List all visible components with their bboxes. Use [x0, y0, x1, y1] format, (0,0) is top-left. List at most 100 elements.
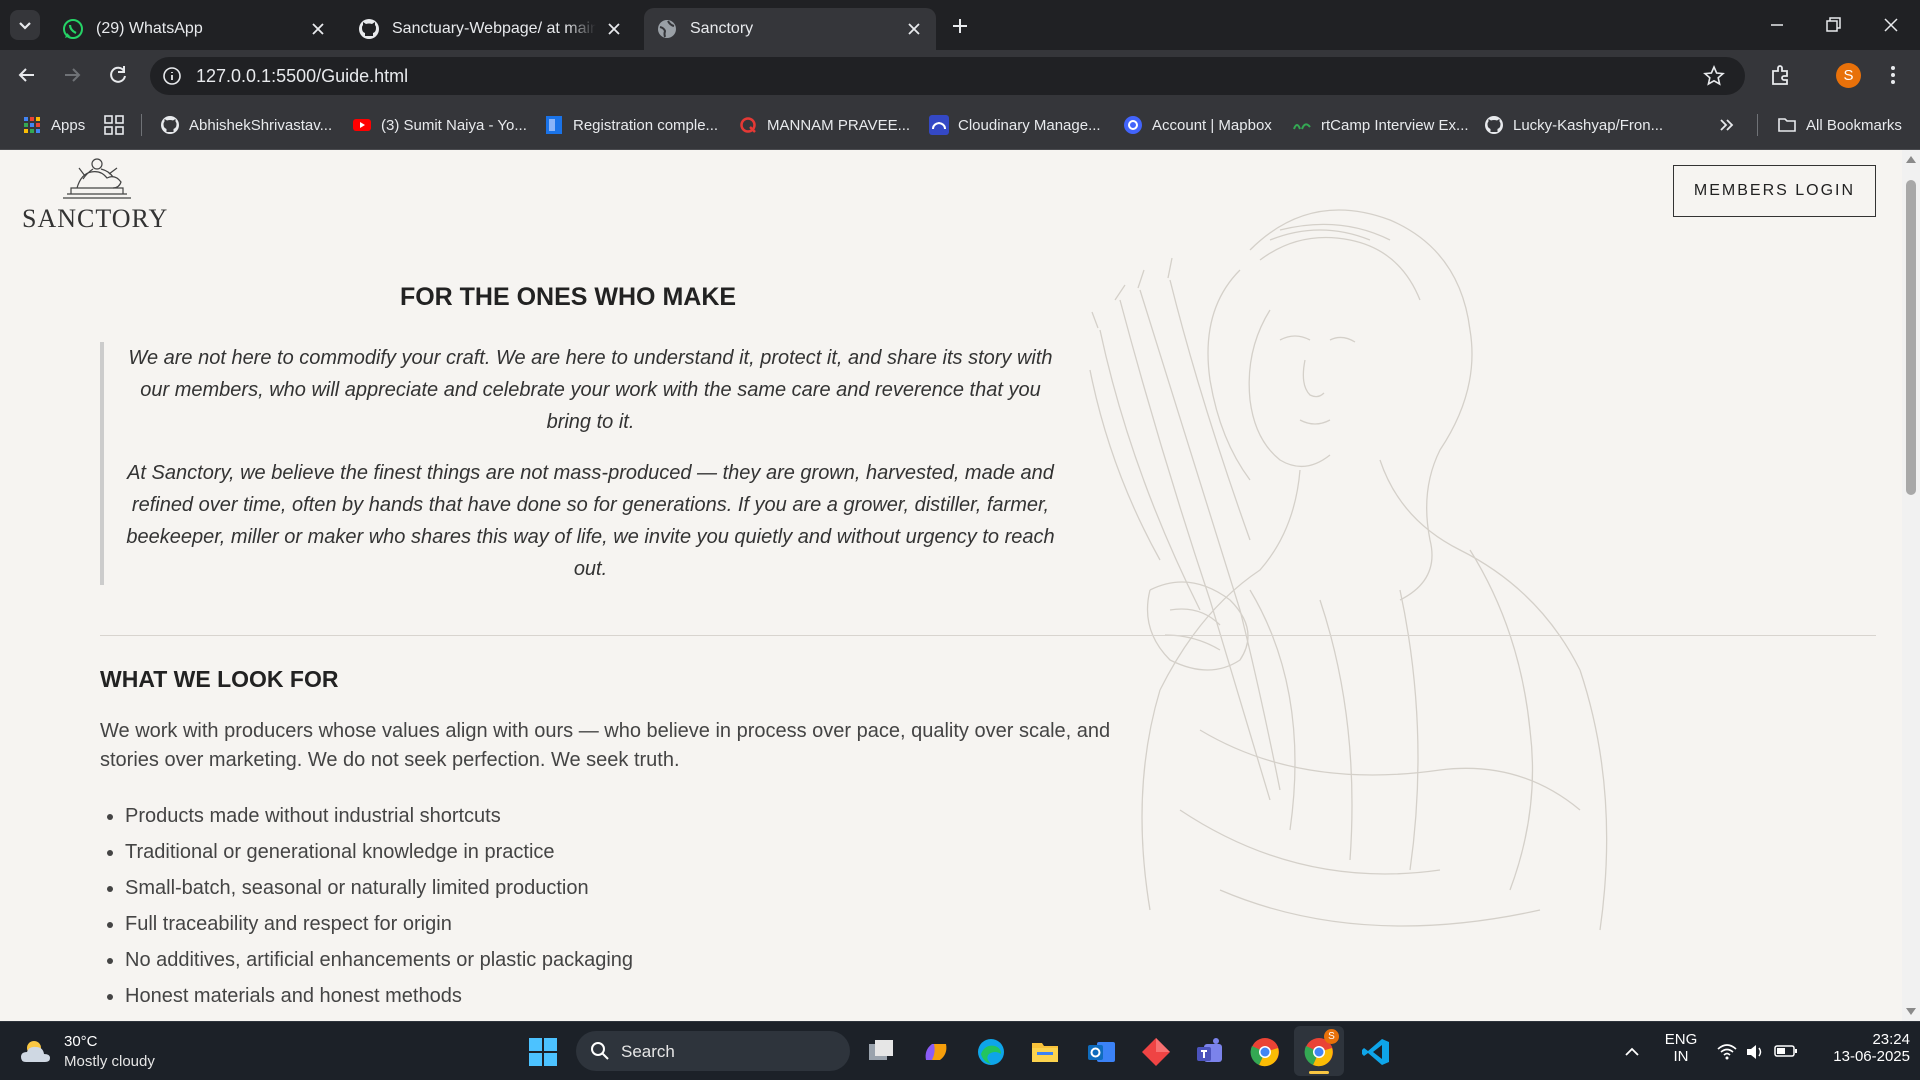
rtcamp-icon — [1293, 123, 1311, 130]
profile-avatar[interactable]: S — [1836, 63, 1861, 88]
clock-date: 13-06-2025 — [1833, 1048, 1910, 1065]
woman-with-wheat-sketch-illustration — [1089, 209, 1608, 931]
clock[interactable]: 23:24 13-06-2025 — [1810, 1031, 1910, 1065]
chrome-icon[interactable] — [1249, 1036, 1281, 1068]
all-bookmarks-button[interactable]: All Bookmarks — [1777, 114, 1902, 136]
language-code: ENG — [1664, 1031, 1698, 1048]
profile-badge: S — [1324, 1029, 1339, 1044]
git-diamond-icon[interactable] — [1140, 1036, 1172, 1068]
github-icon — [359, 19, 379, 39]
page-viewport: SANCTORY MEMBERS LOGIN FOR THE ONES WHO … — [0, 150, 1902, 1021]
site-info-icon[interactable] — [162, 66, 182, 86]
search-placeholder: Search — [621, 1042, 675, 1061]
scroll-down-arrow-icon[interactable] — [1905, 1007, 1917, 1017]
bookmark-star-icon[interactable] — [1703, 65, 1725, 87]
restore-icon[interactable] — [1818, 10, 1848, 40]
tab-title: (29) WhatsApp — [96, 20, 203, 37]
edge-browser-icon[interactable] — [975, 1036, 1007, 1068]
bookmark-apps[interactable]: Apps — [22, 114, 85, 136]
tab-strip: (29) WhatsApp Sanctuary-Webpage/ at main… — [0, 0, 1920, 50]
url-text[interactable]: 127.0.0.1:5500/Guide.html — [196, 66, 408, 87]
volume-icon[interactable] — [1745, 1042, 1767, 1062]
wifi-icon[interactable] — [1716, 1042, 1738, 1062]
reclining-figure-logo-icon — [63, 158, 131, 199]
bookmark-github-abhishek[interactable]: AbhishekShrivastav... — [160, 114, 332, 136]
close-icon[interactable] — [904, 19, 924, 39]
hero-title: FOR THE ONES WHO MAKE — [399, 283, 737, 311]
file-explorer-icon[interactable] — [1029, 1036, 1061, 1068]
bookmark-separator — [1757, 114, 1758, 136]
bookmark-label: Registration comple... — [573, 116, 719, 134]
more-menu-icon[interactable] — [1880, 62, 1906, 88]
close-icon[interactable] — [604, 19, 624, 39]
back-arrow-icon[interactable] — [14, 62, 40, 88]
apps-grid-icon — [24, 117, 40, 133]
reload-icon[interactable] — [105, 62, 131, 88]
intro-blockquote: We are not here to commodify your craft.… — [100, 342, 1075, 585]
scrollbar-thumb[interactable] — [1906, 180, 1916, 495]
page-scrollbar[interactable] — [1902, 150, 1920, 1021]
extensions-puzzle-icon[interactable] — [1768, 62, 1794, 88]
bookmark-registration[interactable]: Registration comple... — [544, 114, 718, 136]
new-tab-icon[interactable] — [946, 12, 974, 40]
youtube-icon — [353, 119, 371, 131]
taskbar-search[interactable]: Search — [576, 1031, 850, 1071]
list-item: Full traceability and respect for origin — [125, 906, 633, 942]
battery-icon[interactable] — [1774, 1043, 1798, 1059]
bookmark-label: (3) Sumit Naiya - Yo... — [381, 116, 527, 134]
tab-search-button[interactable] — [10, 10, 40, 40]
list-item: Honest materials and honest methods — [125, 978, 633, 1014]
browser-toolbar: 127.0.0.1:5500/Guide.html S — [0, 50, 1920, 100]
tab-whatsapp[interactable]: (29) WhatsApp — [50, 8, 340, 50]
quote-paragraph: We are not here to commodify your craft.… — [128, 347, 1053, 433]
chrome-profile-active-tile[interactable]: S — [1294, 1026, 1344, 1076]
cloudinary-icon — [929, 115, 949, 135]
tab-github[interactable]: Sanctuary-Webpage/ at main · S — [346, 8, 636, 50]
close-icon[interactable] — [308, 19, 328, 39]
chevron-up-icon[interactable] — [1622, 1042, 1642, 1062]
section-title: WHAT WE LOOK FOR — [100, 666, 339, 692]
chevron-down-icon — [19, 22, 31, 30]
active-app-indicator — [1309, 1071, 1329, 1074]
logo-wordmark: SANCTORY — [22, 204, 169, 233]
list-item: Traditional or generational knowledge in… — [125, 834, 633, 870]
bookmark-cloudinary[interactable]: Cloudinary Manage... — [929, 114, 1101, 136]
windows-start-icon[interactable] — [527, 1036, 559, 1068]
chevron-double-right-icon[interactable] — [1716, 114, 1738, 136]
vscode-icon[interactable] — [1360, 1036, 1392, 1068]
site-logo[interactable]: SANCTORY — [22, 154, 172, 234]
list-item: No additives, artificial enhancements or… — [125, 942, 633, 978]
bookmark-label: AbhishekShrivastav... — [189, 116, 333, 134]
bookmark-mannam[interactable]: MANNAM PRAVEE... — [738, 114, 910, 136]
bookmark-github-lucky[interactable]: Lucky-Kashyap/Fron... — [1484, 114, 1663, 136]
members-login-button[interactable]: MEMBERS LOGIN — [1673, 165, 1876, 217]
scroll-up-arrow-icon[interactable] — [1905, 154, 1917, 164]
bookmark-mapbox[interactable]: Account | Mapbox — [1123, 114, 1272, 136]
bookmark-youtube[interactable]: (3) Sumit Naiya - Yo... — [352, 114, 527, 136]
language-indicator[interactable]: ENG IN — [1660, 1031, 1702, 1065]
outlook-icon[interactable] — [1085, 1036, 1117, 1068]
tab-sanctory[interactable]: Sanctory — [644, 8, 936, 50]
whatsapp-icon — [63, 19, 83, 39]
clock-time: 23:24 — [1872, 1031, 1910, 1048]
tab-title: Sanctory — [690, 20, 754, 37]
windows-taskbar: 30°C Mostly cloudy Search S ENG IN 23:24… — [0, 1021, 1920, 1080]
all-bookmarks-label: All Bookmarks — [1806, 116, 1902, 134]
github-icon — [161, 116, 179, 134]
teams-icon[interactable] — [1194, 1036, 1226, 1068]
copilot-icon[interactable] — [920, 1036, 952, 1068]
weather-widget[interactable]: 30°C Mostly cloudy — [20, 1030, 180, 1074]
forward-arrow-icon[interactable] — [59, 62, 85, 88]
window-close-icon[interactable] — [1876, 10, 1906, 40]
task-view-icon[interactable] — [865, 1036, 897, 1068]
bookmark-separator — [141, 114, 142, 136]
page-icon — [546, 116, 562, 134]
address-bar[interactable]: 127.0.0.1:5500/Guide.html — [150, 57, 1745, 95]
bookmark-rtcamp[interactable]: rtCamp Interview Ex... — [1292, 114, 1469, 136]
partly-cloudy-icon — [21, 1041, 50, 1062]
region-code: IN — [1673, 1048, 1689, 1065]
minimize-icon[interactable] — [1762, 10, 1792, 40]
globe-icon — [658, 20, 676, 38]
tab-groups-icon[interactable] — [103, 114, 125, 136]
folder-icon — [1778, 118, 1796, 132]
